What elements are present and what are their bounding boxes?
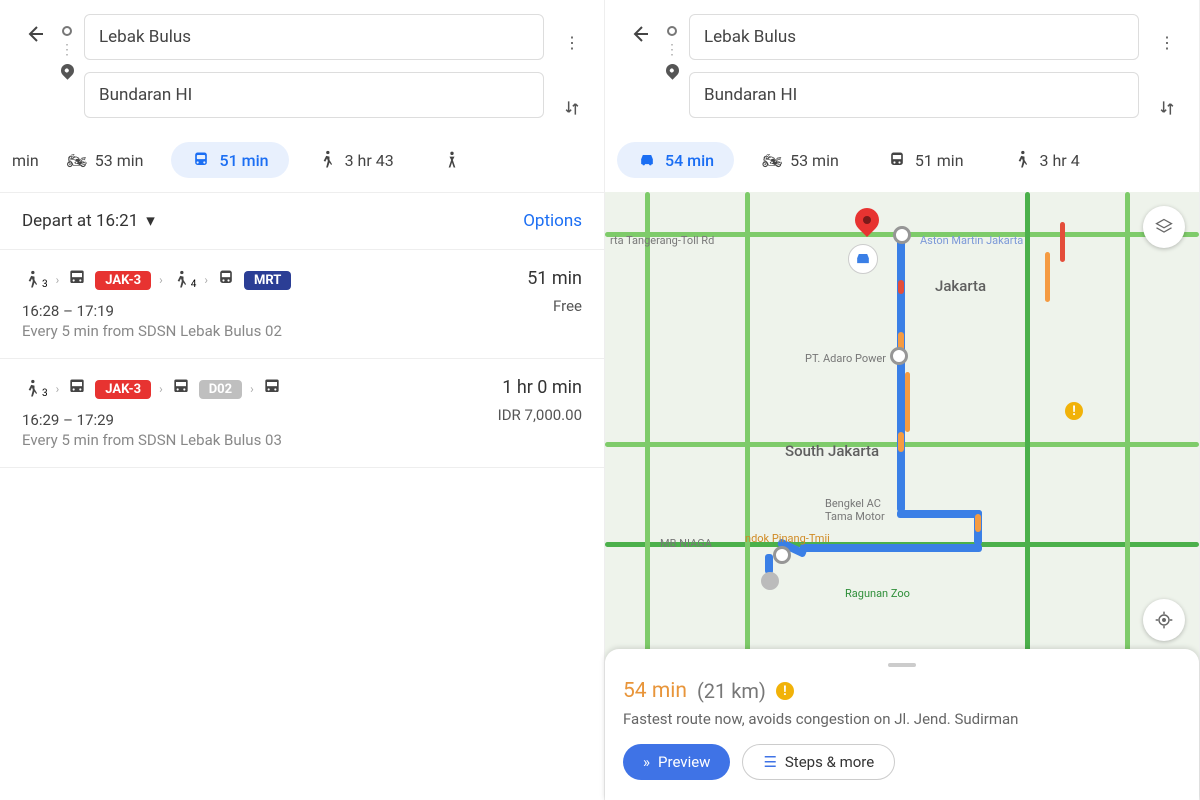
- mode-walk[interactable]: 3 hr 43: [297, 142, 414, 178]
- metro-icon: [216, 268, 236, 292]
- walk-icon: [317, 150, 337, 170]
- dots-icon: ⋮: [665, 42, 679, 58]
- walk-step: 3: [22, 270, 48, 290]
- layers-button[interactable]: [1143, 206, 1185, 248]
- swap-button[interactable]: [554, 90, 590, 126]
- route-price: Free: [527, 289, 582, 315]
- transit-route-1[interactable]: 3 › JAK-3 › 4 › MRT 16:28 – 17:19 E: [0, 250, 604, 359]
- route-duration: 1 hr 0 min: [498, 377, 582, 398]
- origin-input[interactable]: [84, 14, 544, 60]
- route-chip-jak3: JAK-3: [95, 380, 151, 399]
- bus-icon: [67, 268, 87, 292]
- ride-icon: [442, 150, 462, 170]
- summary-time: 54 min: [623, 679, 687, 703]
- destination-pin-icon: [58, 61, 76, 79]
- mode-walk[interactable]: 3 hr 4: [992, 142, 1100, 178]
- chevron-icon: ›: [159, 382, 163, 396]
- waypoint-markers: ⋮: [54, 14, 80, 77]
- map-canvas[interactable]: rta Tangerang-Toll Rd Aston Martin Jakar…: [605, 192, 1199, 661]
- poi-label: PT. Adaro Power: [805, 352, 886, 365]
- chevron-icon: ›: [56, 382, 60, 396]
- dots-icon: ⋮: [60, 42, 74, 58]
- route-duration: 51 min: [527, 268, 582, 289]
- mode-transit[interactable]: 51 min: [867, 142, 984, 178]
- city-label: South Jakarta: [785, 442, 879, 460]
- car-icon: [637, 150, 657, 170]
- walk-step: 3: [22, 379, 48, 399]
- route-price: IDR 7,000.00: [498, 398, 582, 424]
- poi-label: ndok Pinang-Tmii: [745, 532, 830, 545]
- more-menu-button[interactable]: ⋮: [554, 24, 590, 60]
- route-frequency: Every 5 min from SDSN Lebak Bulus 03: [22, 429, 282, 449]
- motorbike-icon: 🏍: [762, 150, 782, 170]
- drag-handle[interactable]: [888, 663, 916, 667]
- transit-icon: [887, 150, 907, 170]
- route-summary-sheet[interactable]: 54 min (21 km) ! Fastest route now, avoi…: [605, 649, 1199, 800]
- route-time: 16:28 – 17:19: [22, 292, 291, 320]
- start-dot: [761, 572, 779, 590]
- waypoint-dot: [890, 347, 908, 365]
- mode-tabs: min 🏍 53 min 51 min 3 hr 43: [0, 132, 604, 192]
- summary-description: Fastest route now, avoids congestion on …: [623, 703, 1181, 730]
- poi-label: Aston Martin Jakarta: [920, 234, 1023, 247]
- more-menu-button[interactable]: ⋮: [1149, 24, 1185, 60]
- walk-icon: [1012, 150, 1032, 170]
- motorbike-icon: 🏍: [67, 150, 87, 170]
- chevron-down-icon: ▾: [146, 211, 155, 231]
- route-time: 16:29 – 17:29: [22, 401, 282, 429]
- waypoint-markers: ⋮: [659, 14, 685, 77]
- chevron-icon: ›: [56, 273, 60, 287]
- warning-icon: !: [1065, 402, 1083, 420]
- route-frequency: Every 5 min from SDSN Lebak Bulus 02: [22, 320, 291, 340]
- transit-icon: [191, 150, 211, 170]
- chevron-icon: ›: [159, 273, 163, 287]
- waypoint-dot: [773, 546, 791, 564]
- summary-distance: (21 km): [697, 679, 766, 703]
- route-chip-mrt: MRT: [244, 271, 291, 290]
- mode-transit[interactable]: 51 min: [171, 142, 288, 178]
- walk-step: 4: [171, 270, 197, 290]
- poi-label: MB NIAGA: [660, 537, 712, 550]
- origin-circle-icon: [667, 26, 677, 36]
- destination-input[interactable]: [689, 72, 1139, 118]
- back-button[interactable]: [14, 14, 54, 54]
- swap-button[interactable]: [1149, 90, 1185, 126]
- preview-button[interactable]: » Preview: [623, 744, 730, 780]
- bus-icon: [262, 377, 282, 401]
- city-label: Jakarta: [935, 277, 986, 295]
- back-button[interactable]: [619, 14, 659, 54]
- destination-pin-icon: [663, 61, 681, 79]
- mode-car[interactable]: 54 min: [617, 142, 734, 178]
- options-button[interactable]: Options: [523, 211, 582, 231]
- chevron-icon: ›: [204, 273, 208, 287]
- mode-motorbike[interactable]: 🏍 53 min: [742, 142, 859, 178]
- destination-input[interactable]: [84, 72, 544, 118]
- mode-motorbike[interactable]: 🏍 53 min: [47, 142, 164, 178]
- origin-input[interactable]: [689, 14, 1139, 60]
- waypoint-dot: [893, 226, 911, 244]
- list-icon: ☰: [763, 753, 776, 771]
- bus-icon: [67, 377, 87, 401]
- route-chip-d02: D02: [199, 380, 242, 399]
- route-chip-jak3: JAK-3: [95, 271, 151, 290]
- preview-icon: »: [643, 753, 650, 771]
- mode-fragment: min: [12, 151, 39, 170]
- transit-route-2[interactable]: 3 › JAK-3 › D02 › 16:29 – 17:29 Every 5 …: [0, 359, 604, 468]
- mode-ride[interactable]: [422, 142, 482, 178]
- poi-label: rta Tangerang-Toll Rd: [610, 234, 714, 247]
- origin-circle-icon: [62, 26, 72, 36]
- poi-label: Bengkel AC Tama Motor: [825, 497, 885, 523]
- my-location-button[interactable]: [1143, 599, 1185, 641]
- poi-label: Ragunan Zoo: [845, 587, 910, 600]
- chevron-icon: ›: [250, 382, 254, 396]
- mode-tabs: 54 min 🏍 53 min 51 min 3 hr 4: [605, 132, 1199, 192]
- depart-time-selector[interactable]: Depart at 16:21 ▾: [22, 211, 155, 231]
- warning-icon: !: [776, 682, 794, 700]
- car-location-marker: [848, 244, 878, 274]
- bus-icon: [171, 377, 191, 401]
- steps-button[interactable]: ☰ Steps & more: [742, 744, 895, 780]
